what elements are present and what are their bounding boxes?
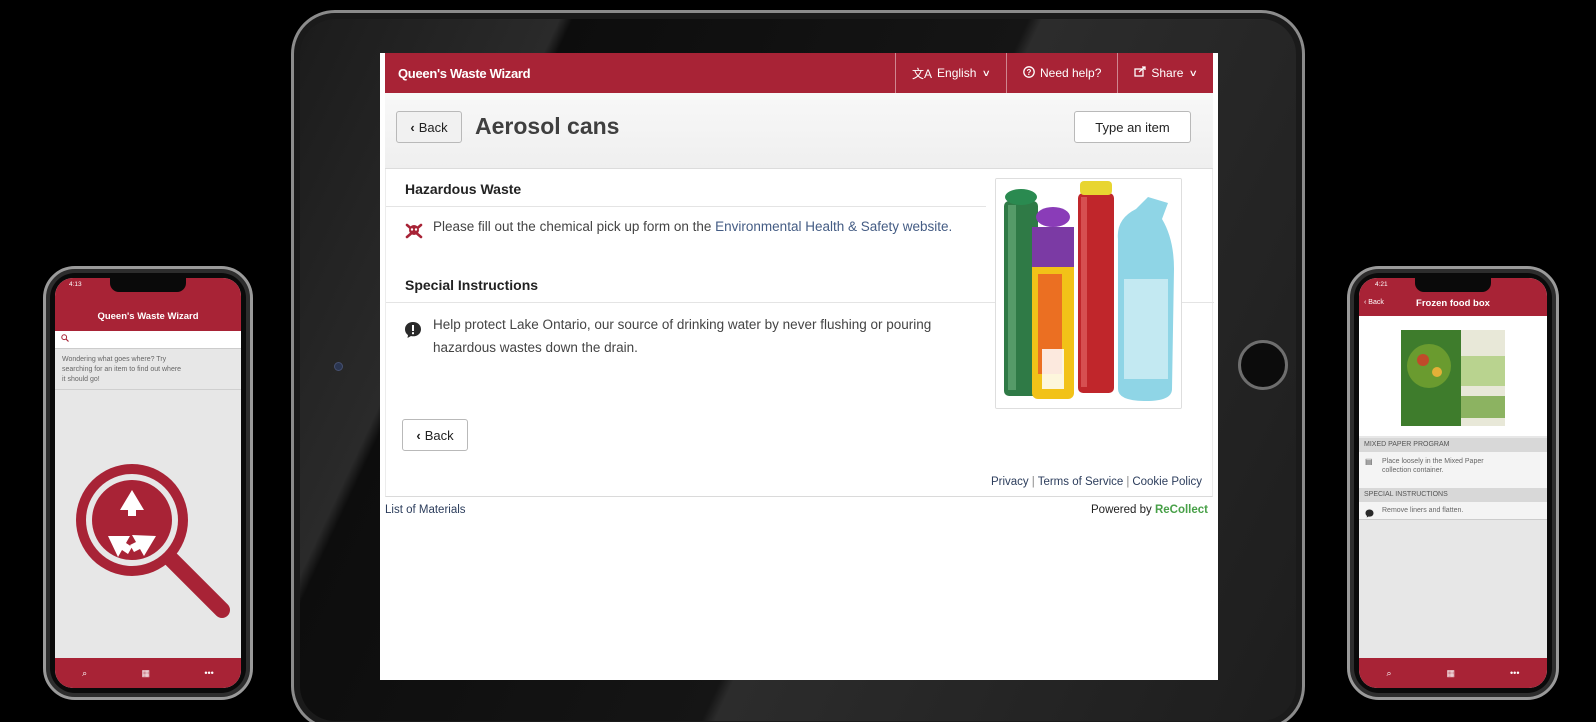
hazardous-text-end: . bbox=[948, 219, 953, 234]
left-phone-title: Queen's Waste Wizard bbox=[97, 311, 199, 322]
left-phone-hint: Wondering what goes where? Try searching… bbox=[62, 355, 240, 385]
app-header: Queen's Waste Wizard ⽂A English ∨ ? Need… bbox=[385, 53, 1213, 93]
language-label: English bbox=[937, 66, 977, 80]
calendar-icon[interactable]: ▦ bbox=[142, 668, 151, 679]
help-label: Need help? bbox=[1039, 66, 1102, 80]
list-of-materials-link[interactable]: List of Materials bbox=[385, 504, 466, 516]
left-phone-tabbar: ⌕ ▦ ••• bbox=[55, 658, 241, 688]
type-an-item-button[interactable]: Type an item bbox=[1074, 111, 1191, 143]
section-title-hazardous: Hazardous Waste bbox=[405, 181, 522, 197]
recollect-logo[interactable]: ReCollect bbox=[1155, 504, 1208, 516]
right-phone-header: 4:21 ‹ Back Frozen food box bbox=[1359, 278, 1547, 316]
hint-line-2: searching for an item to find out where bbox=[62, 366, 182, 373]
right-phone-screen: 4:21 ‹ Back Frozen food box MIXED PAPER … bbox=[1359, 278, 1547, 688]
cookie-policy-link[interactable]: Cookie Policy bbox=[1132, 476, 1202, 488]
notch bbox=[1415, 278, 1491, 292]
hazardous-text: Please fill out the chemical pick up for… bbox=[433, 219, 716, 234]
exclamation-bubble-icon bbox=[1365, 505, 1374, 523]
calendar-icon[interactable]: ▦ bbox=[1447, 668, 1456, 679]
powered-by-label: Powered by bbox=[1091, 504, 1152, 516]
special-line-1: Help protect Lake Ontario, our source of… bbox=[433, 317, 932, 332]
divider bbox=[386, 206, 986, 207]
section-title-special: Special Instructions bbox=[405, 277, 539, 293]
chevron-left-icon: ‹ bbox=[416, 427, 421, 443]
special-instructions-text: Help protect Lake Ontario, our source of… bbox=[433, 313, 931, 359]
frozen-food-box-image bbox=[1359, 316, 1547, 436]
status-time: 4:21 bbox=[1375, 281, 1388, 288]
powered-by: Powered by ReCollect bbox=[1091, 504, 1208, 516]
mixed-paper-text: Place loosely in the Mixed Paper collect… bbox=[1382, 457, 1484, 475]
right-phone-frame: 4:21 ‹ Back Frozen food box MIXED PAPER … bbox=[1347, 266, 1559, 700]
tablet-screen: Queen's Waste Wizard ⽂A English ∨ ? Need… bbox=[380, 53, 1218, 680]
left-phone-screen: 4:13 Queen's Waste Wizard Wondering what… bbox=[55, 278, 241, 688]
ehs-website-link[interactable]: Environmental Health & Safety website bbox=[715, 219, 948, 234]
hint-line-1: Wondering what goes where? Try bbox=[62, 356, 167, 363]
item1-line-2: collection container. bbox=[1382, 467, 1444, 474]
material-card: Hazardous Waste Please fill out the chem… bbox=[385, 169, 1214, 497]
share-icon bbox=[1134, 66, 1147, 80]
chevron-down-icon: ∨ bbox=[1189, 67, 1199, 78]
status-time: 4:13 bbox=[69, 281, 82, 288]
right-phone-tabbar: ⌕ ▦ ••• bbox=[1359, 658, 1547, 688]
aerosol-cans-image bbox=[995, 178, 1182, 409]
share-label: Share bbox=[1151, 66, 1184, 80]
chevron-left-icon: ‹ bbox=[410, 119, 415, 135]
left-phone-frame: 4:13 Queen's Waste Wizard Wondering what… bbox=[43, 266, 253, 700]
notch bbox=[110, 278, 186, 292]
hazardous-instructions: Please fill out the chemical pick up for… bbox=[433, 215, 952, 238]
tablet-camera bbox=[334, 362, 343, 371]
share-button[interactable]: Share ∨ bbox=[1117, 53, 1213, 93]
mixed-paper-row: ▤ Place loosely in the Mixed Paper colle… bbox=[1359, 452, 1547, 488]
more-icon[interactable]: ••• bbox=[1510, 668, 1519, 678]
section-special-instructions: SPECIAL INSTRUCTIONS bbox=[1359, 488, 1547, 502]
page-header: ‹ Back Aerosol cans Type an item bbox=[385, 93, 1213, 169]
special-instructions-item: Remove liners and flatten. bbox=[1382, 507, 1464, 514]
search-icon[interactable]: ⌕ bbox=[1386, 668, 1391, 679]
back-label: Back bbox=[424, 427, 454, 443]
back-label: Back bbox=[418, 119, 448, 135]
back-button-bottom[interactable]: ‹ Back bbox=[402, 419, 468, 451]
more-icon[interactable]: ••• bbox=[204, 668, 213, 678]
hint-line-3: it should go! bbox=[62, 376, 100, 383]
tablet-home-button[interactable] bbox=[1238, 340, 1288, 390]
back-button[interactable]: ‹ Back bbox=[396, 111, 462, 143]
chevron-down-icon: ∨ bbox=[982, 67, 992, 78]
translate-icon: ⽂A bbox=[912, 66, 933, 81]
right-phone-title: Frozen food box bbox=[1416, 298, 1490, 309]
language-button[interactable]: ⽂A English ∨ bbox=[895, 53, 1006, 93]
page-title: Aerosol cans bbox=[475, 113, 620, 139]
search-icon[interactable]: ⌕ bbox=[82, 668, 87, 679]
special-line-2: hazardous wastes down the drain. bbox=[433, 340, 638, 355]
recycle-search-logo bbox=[70, 458, 240, 633]
divider bbox=[55, 389, 241, 390]
terms-link[interactable]: Terms of Service bbox=[1038, 476, 1124, 488]
search-icon bbox=[61, 334, 69, 344]
footer-links: Privacy | Terms of Service | Cookie Policy bbox=[990, 476, 1202, 488]
privacy-link[interactable]: Privacy bbox=[991, 476, 1029, 488]
item1-line-1: Place loosely in the Mixed Paper bbox=[1382, 458, 1484, 465]
skull-crossbones-icon bbox=[404, 221, 423, 239]
question-circle-icon: ? bbox=[1023, 65, 1035, 81]
exclamation-bubble-icon bbox=[404, 321, 421, 338]
svg-text:?: ? bbox=[1027, 68, 1032, 77]
section-mixed-paper: MIXED PAPER PROGRAM bbox=[1359, 438, 1547, 452]
document-icon: ▤ bbox=[1365, 457, 1373, 466]
left-phone-header: 4:13 Queen's Waste Wizard bbox=[55, 278, 241, 331]
help-button[interactable]: ? Need help? bbox=[1005, 53, 1117, 93]
special-instructions-row: Remove liners and flatten. bbox=[1359, 502, 1547, 520]
left-phone-search-input[interactable] bbox=[55, 331, 241, 349]
app-title[interactable]: Queen's Waste Wizard bbox=[385, 66, 895, 81]
